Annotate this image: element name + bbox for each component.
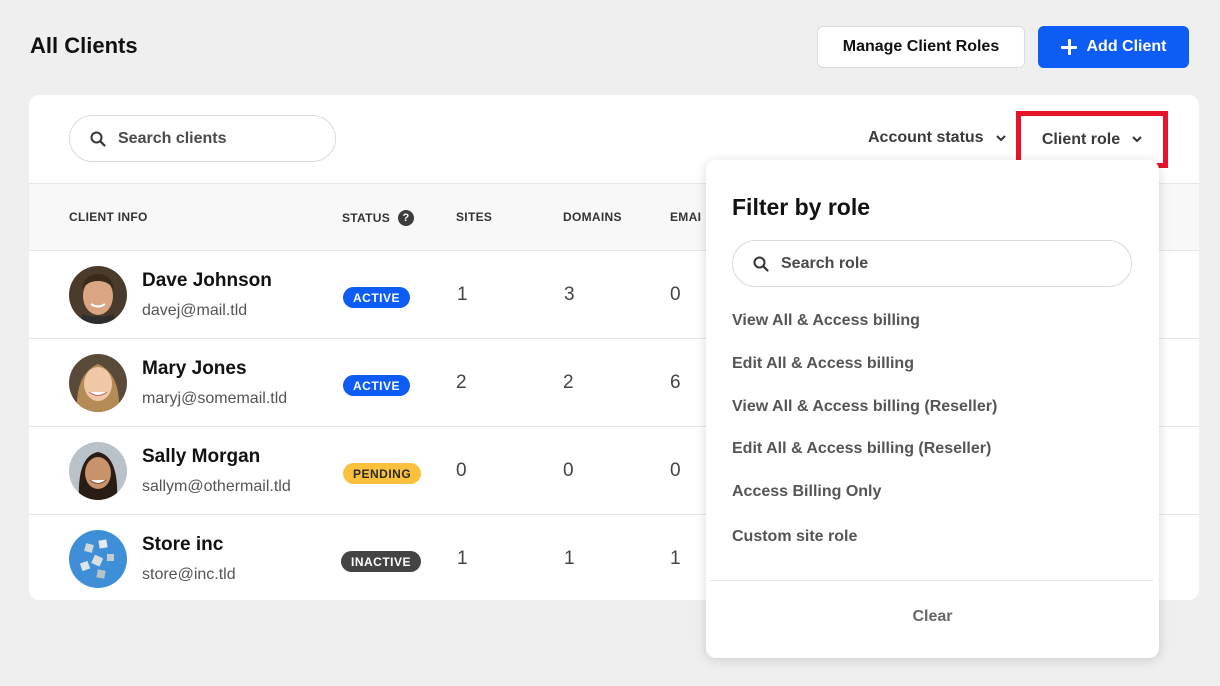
- role-option-view-all-access-billing[interactable]: View All & Access billing: [732, 312, 920, 330]
- sites-count: 2: [456, 372, 467, 393]
- search-role-placeholder: Search role: [781, 254, 869, 272]
- column-header-emails: EMAI: [670, 210, 702, 224]
- column-header-status-label: STATUS: [342, 211, 391, 225]
- plus-icon: [1060, 39, 1077, 55]
- status-badge: INACTIVE: [341, 551, 422, 572]
- role-option-view-all-reseller[interactable]: View All & Access billing (Reseller): [732, 398, 997, 416]
- sites-count: 1: [457, 548, 468, 569]
- add-client-button[interactable]: Add Client: [1038, 26, 1189, 68]
- domains-count: 2: [563, 372, 574, 393]
- role-option-custom-site-role[interactable]: Custom site role: [732, 528, 857, 546]
- add-client-label: Add Client: [1086, 38, 1167, 55]
- chevron-down-icon: [995, 134, 1006, 141]
- clear-button[interactable]: Clear: [706, 608, 1159, 626]
- column-header-sites: SITES: [456, 210, 493, 224]
- account-status-filter[interactable]: Account status: [868, 129, 1006, 147]
- emails-count: 0: [670, 284, 681, 305]
- column-header-domains: DOMAINS: [563, 210, 622, 224]
- manage-client-roles-button[interactable]: Manage Client Roles: [817, 26, 1025, 68]
- client-role-label: Client role: [1041, 130, 1121, 148]
- search-clients-input[interactable]: Search clients: [69, 115, 336, 162]
- emails-count: 0: [670, 460, 681, 481]
- sites-count: 0: [456, 460, 467, 481]
- avatar: [69, 442, 127, 500]
- client-name[interactable]: Sally Morgan: [142, 446, 260, 468]
- column-header-client-info: CLIENT INFO: [69, 210, 148, 224]
- divider: [710, 580, 1153, 581]
- search-clients-placeholder: Search clients: [118, 129, 227, 147]
- search-role-input[interactable]: Search role: [732, 240, 1132, 287]
- role-option-edit-all-access-billing[interactable]: Edit All & Access billing: [732, 355, 914, 373]
- page-title: All Clients: [30, 33, 138, 58]
- column-header-status: STATUS ?: [342, 210, 415, 226]
- status-badge: ACTIVE: [343, 375, 411, 396]
- domains-count: 3: [564, 284, 575, 305]
- client-name[interactable]: Store inc: [142, 534, 223, 556]
- client-email: store@inc.tld: [142, 566, 236, 583]
- filter-by-role-dropdown: Filter by role Search role View All & Ac…: [706, 160, 1159, 658]
- avatar: [69, 266, 127, 324]
- avatar: [69, 354, 127, 412]
- client-email: sallym@othermail.tld: [142, 478, 291, 495]
- domains-count: 1: [564, 548, 575, 569]
- help-icon[interactable]: ?: [398, 210, 415, 226]
- client-name[interactable]: Mary Jones: [142, 358, 247, 380]
- role-option-access-billing-only[interactable]: Access Billing Only: [732, 483, 881, 501]
- client-email: davej@mail.tld: [142, 302, 248, 319]
- status-badge: ACTIVE: [343, 287, 411, 308]
- search-icon: [753, 256, 769, 272]
- search-icon: [90, 131, 106, 147]
- emails-count: 1: [670, 548, 681, 569]
- client-email: maryj@somemail.tld: [142, 390, 288, 407]
- sites-count: 1: [457, 284, 468, 305]
- client-name[interactable]: Dave Johnson: [142, 270, 272, 292]
- avatar: [69, 530, 127, 588]
- chevron-down-icon: [1132, 136, 1142, 143]
- emails-count: 6: [670, 372, 681, 393]
- dropdown-title: Filter by role: [732, 194, 871, 220]
- status-badge: PENDING: [343, 463, 422, 484]
- account-status-label: Account status: [868, 129, 984, 146]
- role-option-edit-all-reseller[interactable]: Edit All & Access billing (Reseller): [732, 440, 991, 458]
- domains-count: 0: [563, 460, 574, 481]
